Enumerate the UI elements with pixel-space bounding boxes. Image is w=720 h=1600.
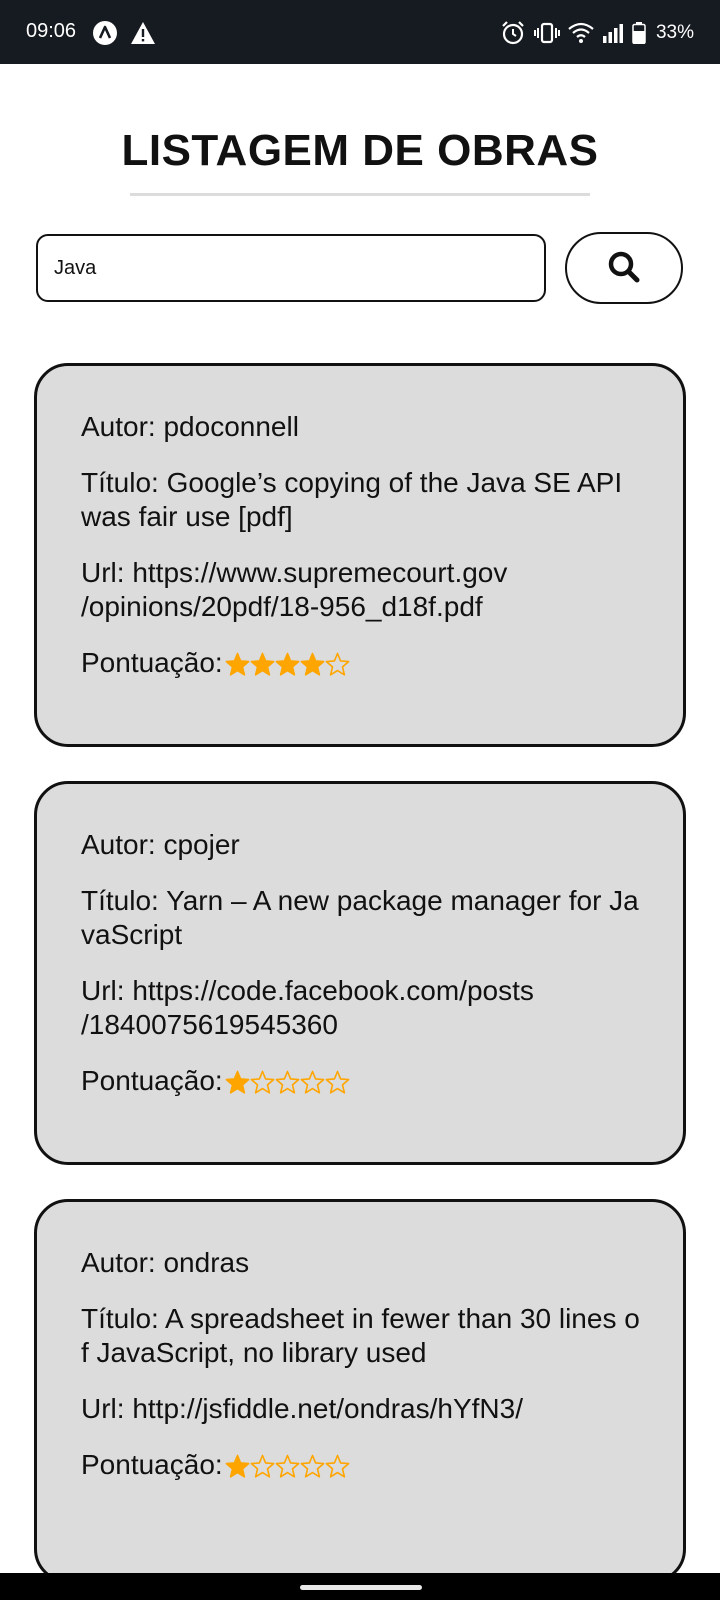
battery-level: 33% — [655, 22, 694, 43]
url-label: Url: — [81, 1393, 133, 1424]
app-notification-icon — [92, 20, 118, 46]
warning-icon — [130, 21, 156, 45]
status-bar: 09:06 33% — [0, 0, 720, 64]
notification-icons — [92, 20, 156, 46]
navigation-bar — [0, 1573, 720, 1600]
system-icons: 33% — [500, 20, 694, 46]
status-time: 09:06 — [26, 20, 77, 42]
star-empty-icon — [300, 1453, 325, 1478]
author-value: pdoconnell — [163, 411, 299, 442]
url-value-cont: /1840075619545360 — [81, 1009, 338, 1040]
url-value: https://www.supremecourt.gov — [132, 557, 508, 588]
url-value: http://jsfiddle.net/ondras/hYfN3/ — [132, 1393, 524, 1424]
star-filled-icon — [250, 651, 275, 676]
home-gesture-handle[interactable] — [300, 1585, 422, 1590]
url-field: Url: https://www.supremecourt.gov/opinio… — [81, 556, 643, 624]
star-filled-icon — [225, 1453, 250, 1478]
star-empty-icon — [325, 1069, 350, 1094]
url-field: Url: https://code.facebook.com/posts/184… — [81, 974, 643, 1042]
author-value: cpojer — [163, 829, 240, 860]
score-label: Pontuação: — [81, 647, 223, 678]
star-empty-icon — [250, 1453, 275, 1478]
signal-icon — [602, 22, 624, 44]
score-field: Pontuação: — [81, 1064, 643, 1098]
title-field: Título: A spreadsheet in fewer than 30 l… — [81, 1302, 643, 1370]
search-button[interactable] — [565, 232, 683, 304]
star-empty-icon — [250, 1069, 275, 1094]
author-value: ondras — [163, 1247, 250, 1278]
author-field: Autor: cpojer — [81, 828, 643, 862]
score-label: Pontuação: — [81, 1449, 223, 1480]
result-card: Autor: pdoconnell Título: Google’s copyi… — [34, 363, 686, 747]
star-empty-icon — [325, 1453, 350, 1478]
star-filled-icon — [225, 651, 250, 676]
author-field: Autor: pdoconnell — [81, 410, 643, 444]
score-field: Pontuação: — [81, 1448, 643, 1482]
title-field: Título: Yarn – A new package manager for… — [81, 884, 643, 952]
star-filled-icon — [300, 651, 325, 676]
search-input[interactable] — [36, 234, 546, 302]
star-empty-icon — [275, 1453, 300, 1478]
wifi-icon — [568, 22, 594, 44]
result-card: Autor: cpojer Título: Yarn – A new packa… — [34, 781, 686, 1165]
title-value: A spreadsheet in fewer than 30 lines of … — [81, 1303, 640, 1368]
url-label: Url: — [81, 557, 133, 588]
star-rating — [225, 1069, 350, 1094]
score-field: Pontuação: — [81, 646, 643, 680]
url-value-cont: /opinions/20pdf/18-956_d18f.pdf — [81, 591, 483, 622]
vibrate-icon — [533, 21, 560, 45]
url-label: Url: — [81, 975, 133, 1006]
result-card: Autor: ondras Título: A spreadsheet in f… — [34, 1199, 686, 1583]
page-title: LISTAGEM DE OBRAS — [121, 126, 599, 175]
star-empty-icon — [300, 1069, 325, 1094]
star-rating — [225, 1453, 350, 1478]
author-label: Autor: — [81, 1247, 164, 1278]
score-label: Pontuação: — [81, 1065, 223, 1096]
title-label: Título: — [81, 467, 167, 498]
star-rating — [225, 651, 350, 676]
title-label: Título: — [81, 1303, 166, 1334]
title-field: Título: Google’s copying of the Java SE … — [81, 466, 643, 534]
author-label: Autor: — [81, 411, 164, 442]
star-empty-icon — [275, 1069, 300, 1094]
star-filled-icon — [225, 1069, 250, 1094]
search-icon — [607, 250, 641, 287]
battery-icon — [632, 22, 646, 44]
url-field: Url: http://jsfiddle.net/ondras/hYfN3/ — [81, 1392, 643, 1426]
url-value: https://code.facebook.com/posts — [132, 975, 534, 1006]
title-label: Título: — [81, 885, 167, 916]
star-empty-icon — [325, 651, 350, 676]
author-field: Autor: ondras — [81, 1246, 643, 1280]
title-divider — [130, 193, 590, 196]
author-label: Autor: — [81, 829, 164, 860]
star-filled-icon — [275, 651, 300, 676]
alarm-icon — [500, 20, 526, 46]
